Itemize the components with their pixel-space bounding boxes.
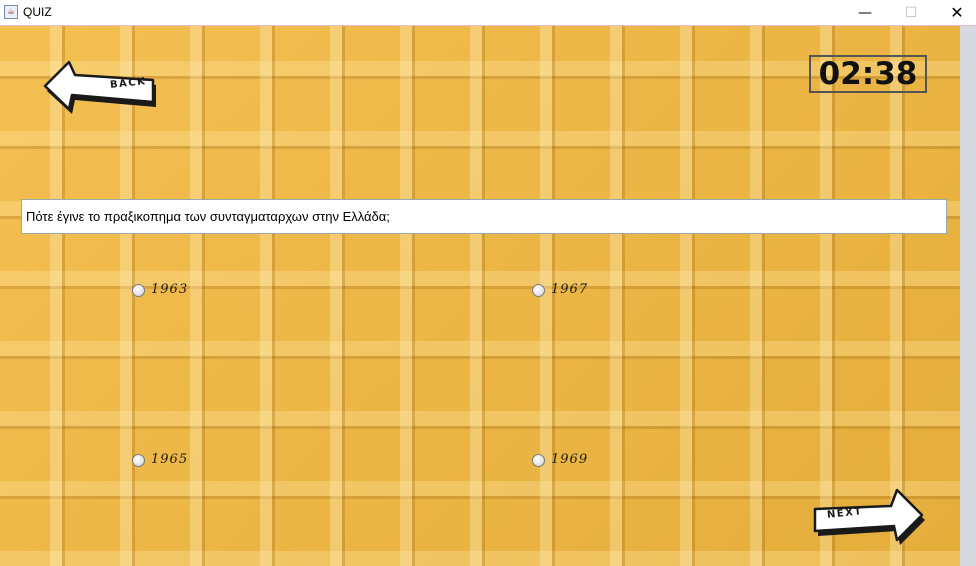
- countdown-timer: 02:38: [809, 55, 927, 93]
- radio-button[interactable]: [132, 284, 145, 297]
- back-arrow-icon: [43, 60, 156, 114]
- maximize-button[interactable]: ☐: [888, 0, 934, 26]
- window-title: QUIZ: [23, 5, 52, 19]
- answer-label: 1967: [551, 282, 589, 297]
- minimize-button[interactable]: —: [842, 0, 888, 26]
- radio-button[interactable]: [532, 454, 545, 467]
- answer-label: 1969: [551, 452, 589, 467]
- next-button[interactable]: NEXT: [812, 487, 930, 551]
- radio-button[interactable]: [532, 284, 545, 297]
- java-app-icon: ☕: [4, 5, 18, 19]
- quiz-panel: BACK 02:38 Πότε έγινε το πραξικοπημα των…: [0, 26, 960, 566]
- close-button[interactable]: ✕: [934, 0, 976, 26]
- question-text: Πότε έγινε το πραξικοπημα των συνταγματα…: [21, 199, 947, 234]
- answer-label: 1963: [151, 282, 189, 297]
- title-bar: ☕ QUIZ — ☐ ✕: [0, 0, 976, 26]
- window-edge: [960, 26, 976, 566]
- radio-button[interactable]: [132, 454, 145, 467]
- answer-label: 1965: [151, 452, 189, 467]
- back-button[interactable]: BACK: [42, 58, 160, 122]
